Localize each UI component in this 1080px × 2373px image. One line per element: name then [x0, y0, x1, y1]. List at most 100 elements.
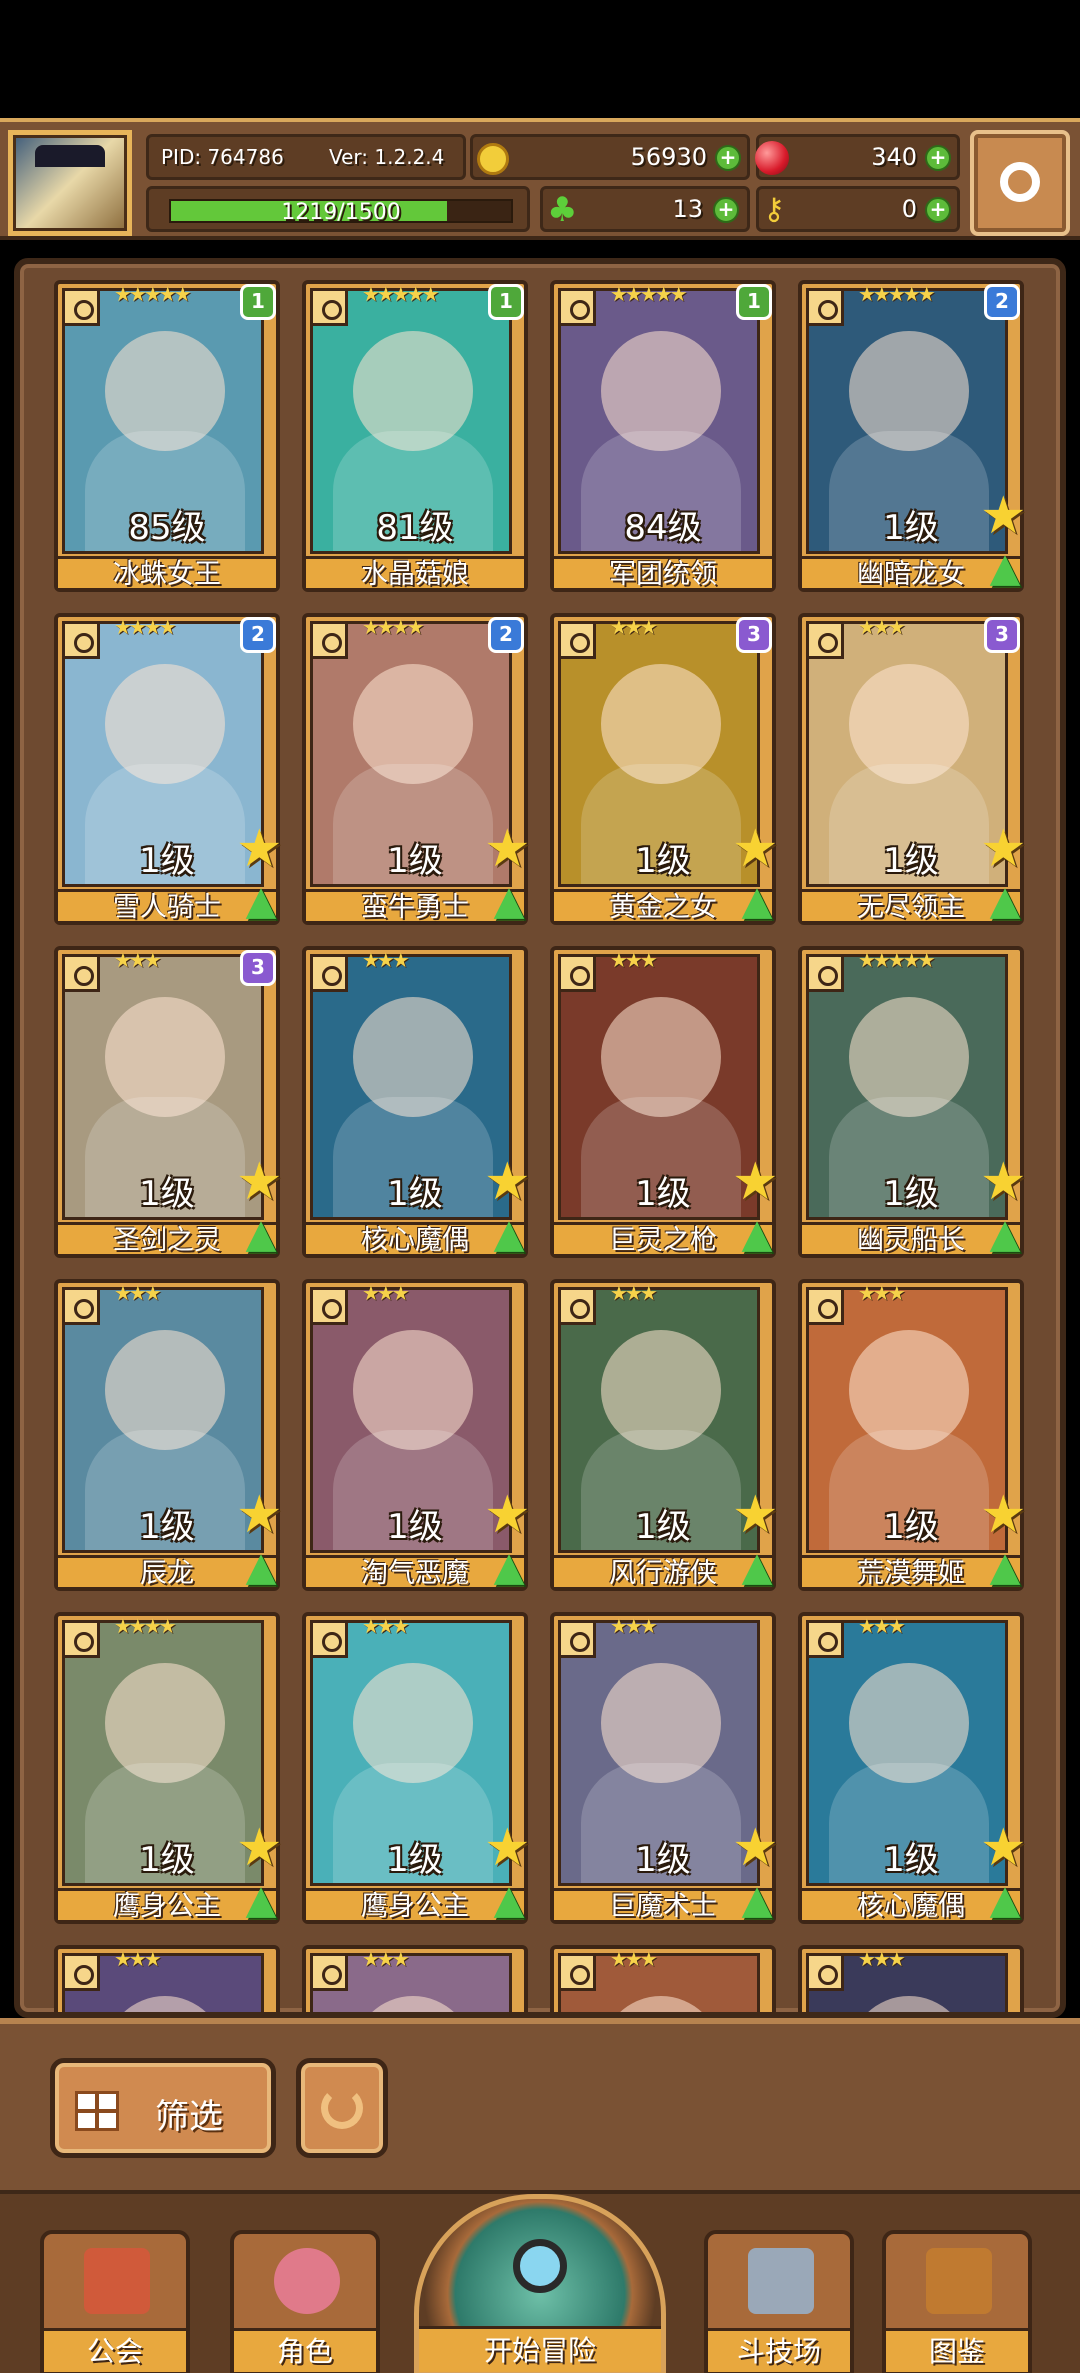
hero-card[interactable]: ★★★ 1级 风行游侠 ★ ▲: [550, 1279, 779, 1591]
hero-card[interactable]: ★★★★ 2 1级 雪人骑士 ★ ▲: [54, 613, 283, 925]
hero-card[interactable]: ★★★★ 1级 鹰身公主 ★ ▲: [54, 1612, 283, 1924]
star-upgrade-icon: ★: [732, 1485, 779, 1545]
rank-badge: 1: [488, 284, 524, 320]
hero-name: 军团统领: [554, 556, 772, 590]
rarity-stars: ★★★: [610, 1614, 658, 1638]
guild-house-icon: [84, 2248, 150, 2314]
level-up-arrow-icon: ▲: [741, 878, 773, 924]
hero-card[interactable]: ★★★★★ 1 85级 冰蛛女王: [54, 280, 280, 592]
lock-tag-icon[interactable]: [806, 1620, 844, 1658]
nav-arena[interactable]: 斗技场: [704, 2230, 854, 2373]
player-id: PID: 764786: [161, 145, 284, 169]
refresh-button[interactable]: [296, 2058, 388, 2158]
hero-card[interactable]: ★★★ 1级 荒漠舞姬 ★ ▲: [798, 1279, 1027, 1591]
grid-filter-icon: [75, 2091, 119, 2131]
lock-tag-icon[interactable]: [558, 1953, 596, 1991]
lock-tag-icon[interactable]: [62, 954, 100, 992]
lock-tag-icon[interactable]: [806, 1287, 844, 1325]
level-up-arrow-icon: ▲: [245, 1544, 277, 1590]
rank-badge: 1: [240, 284, 276, 320]
hero-card[interactable]: ★★★ 1级 辰龙 ★ ▲: [54, 1279, 283, 1591]
nav-codex[interactable]: 图鉴: [882, 2230, 1032, 2373]
rarity-stars: ★★★★★: [858, 282, 936, 306]
level-up-arrow-icon: ▲: [741, 1211, 773, 1257]
lock-tag-icon[interactable]: [310, 1953, 348, 1991]
star-upgrade-icon: ★: [980, 1818, 1027, 1878]
hero-card[interactable]: ★★★★★ 1 81级 水晶菇娘: [302, 280, 528, 592]
hero-card[interactable]: ★★★ 1级 巨灵之枪 ★ ▲: [550, 946, 779, 1258]
hero-card[interactable]: ★★★: [54, 1945, 280, 2012]
add-key-button[interactable]: +: [925, 197, 951, 223]
hero-card[interactable]: ★★★ 1级 巨魔术士 ★ ▲: [550, 1612, 779, 1924]
hero-card[interactable]: ★★★ 1级 核心魔偶 ★ ▲: [798, 1612, 1027, 1924]
level-up-arrow-icon: ▲: [245, 1877, 277, 1923]
rarity-stars: ★★★: [362, 1614, 410, 1638]
gold-panel: 56930 +: [470, 134, 750, 180]
hero-card[interactable]: ★★★ 1级 核心魔偶 ★ ▲: [302, 946, 531, 1258]
lock-tag-icon[interactable]: [806, 954, 844, 992]
lock-tag-icon[interactable]: [310, 954, 348, 992]
rarity-stars: ★★★★: [362, 615, 425, 639]
add-gold-button[interactable]: +: [715, 145, 741, 171]
hero-card[interactable]: ★★★ 3 1级 黄金之女 ★ ▲: [550, 613, 779, 925]
hero-level: 85级: [128, 508, 206, 548]
lock-tag-icon[interactable]: [62, 1620, 100, 1658]
lock-tag-icon[interactable]: [558, 621, 596, 659]
hero-card[interactable]: ★★★: [550, 1945, 776, 2012]
lock-tag-icon[interactable]: [310, 1620, 348, 1658]
level-up-arrow-icon: ▲: [493, 878, 525, 924]
hero-card[interactable]: ★★★ 3 1级 无尽领主 ★ ▲: [798, 613, 1027, 925]
lock-tag-icon[interactable]: [310, 1287, 348, 1325]
rarity-stars: ★★★: [114, 1947, 162, 1971]
star-upgrade-icon: ★: [732, 819, 779, 879]
key-amount: 0: [901, 195, 917, 223]
lock-tag-icon[interactable]: [806, 621, 844, 659]
experience-bar: 1219/1500: [169, 199, 513, 225]
lock-tag-icon[interactable]: [62, 1287, 100, 1325]
version-label: Ver: 1.2.2.4: [329, 145, 445, 169]
nav-start-adventure[interactable]: 开始冒险: [414, 2194, 666, 2373]
lock-tag-icon[interactable]: [62, 1953, 100, 1991]
rarity-stars: ★★★: [114, 1281, 162, 1305]
hero-card[interactable]: ★★★ 1级 淘气恶魔 ★ ▲: [302, 1279, 531, 1591]
lock-tag-icon[interactable]: [62, 621, 100, 659]
rarity-stars: ★★★: [610, 948, 658, 972]
nav-guild[interactable]: 公会: [40, 2230, 190, 2373]
gear-icon: [1000, 162, 1040, 202]
nav-guild-label: 公会: [44, 2328, 186, 2372]
lock-tag-icon[interactable]: [310, 621, 348, 659]
hero-name: 冰蛛女王: [58, 556, 276, 590]
hero-card[interactable]: ★★★: [302, 1945, 528, 2012]
lock-tag-icon[interactable]: [558, 954, 596, 992]
star-upgrade-icon: ★: [732, 1818, 779, 1878]
hero-card[interactable]: ★★★ 1级 鹰身公主 ★ ▲: [302, 1612, 531, 1924]
hero-card[interactable]: ★★★: [798, 1945, 1024, 2012]
star-upgrade-icon: ★: [980, 819, 1027, 879]
lock-tag-icon[interactable]: [558, 288, 596, 326]
hero-level: 81级: [376, 508, 454, 548]
settings-button[interactable]: [970, 130, 1070, 236]
hero-card[interactable]: ★★★ 3 1级 圣剑之灵 ★ ▲: [54, 946, 283, 1258]
player-avatar[interactable]: [8, 130, 132, 236]
hero-card[interactable]: ★★★★★ 1 84级 军团统领: [550, 280, 776, 592]
hero-card[interactable]: ★★★★ 2 1级 蛮牛勇士 ★ ▲: [302, 613, 531, 925]
lock-tag-icon[interactable]: [806, 288, 844, 326]
filter-button[interactable]: 筛选: [50, 2058, 276, 2158]
lock-tag-icon[interactable]: [558, 1620, 596, 1658]
lock-tag-icon[interactable]: [310, 288, 348, 326]
lock-tag-icon[interactable]: [806, 1953, 844, 1991]
lock-tag-icon[interactable]: [62, 288, 100, 326]
hero-card[interactable]: ★★★★★ 1级 幽灵船长 ★ ▲: [798, 946, 1027, 1258]
star-upgrade-icon: ★: [236, 1818, 283, 1878]
level-up-arrow-icon: ▲: [989, 545, 1021, 591]
add-gems-button[interactable]: +: [925, 145, 951, 171]
add-clover-button[interactable]: +: [713, 197, 739, 223]
nav-heroes[interactable]: 角色: [230, 2230, 380, 2373]
lock-tag-icon[interactable]: [558, 1287, 596, 1325]
star-upgrade-icon: ★: [484, 1818, 531, 1878]
rarity-stars: ★★★: [362, 1947, 410, 1971]
hero-card[interactable]: ★★★★★ 2 1级 幽暗龙女 ★ ▲: [798, 280, 1027, 592]
hero-collection-panel: ★★★★★ 1 85级 冰蛛女王 ★★★★★ 1 81级 水晶菇娘 ★★★★★ 1 84级 军团统领 ★…: [14, 258, 1066, 2018]
clover-amount: 13: [672, 195, 703, 223]
nav-heroes-label: 角色: [234, 2328, 376, 2372]
